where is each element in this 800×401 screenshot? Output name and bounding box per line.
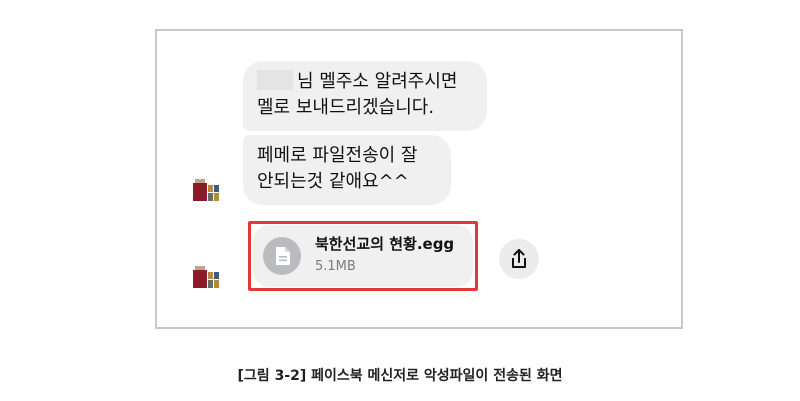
message-bubble-1: 님 멜주소 알려주시면 멜로 보내드리겠습니다. xyxy=(243,61,487,131)
message-2-line-2: 안되는것 같애요^^ xyxy=(257,171,409,192)
share-icon xyxy=(512,249,526,268)
redacted-name xyxy=(257,70,293,90)
sender-avatar[interactable] xyxy=(193,266,219,292)
message-2-line-1: 페메로 파일전송이 잘 xyxy=(257,145,418,166)
messenger-screenshot: 님 멜주소 알려주시면 멜로 보내드리겠습니다. 페메로 파일전송이 잘 안되는… xyxy=(155,29,683,329)
message-1-line-1-text: 님 멜주소 알려주시면 xyxy=(297,71,458,92)
message-bubble-2: 페메로 파일전송이 잘 안되는것 같애요^^ xyxy=(243,135,451,205)
sender-avatar[interactable] xyxy=(193,179,219,205)
highlight-box xyxy=(248,221,478,291)
message-1-line-2: 멜로 보내드리겠습니다. xyxy=(257,97,435,118)
figure-caption: [그림 3-2] 페이스북 메신저로 악성파일이 전송된 화면 xyxy=(237,368,563,384)
message-1-line-1: 님 멜주소 알려주시면 xyxy=(257,69,473,95)
share-button[interactable] xyxy=(499,239,539,279)
